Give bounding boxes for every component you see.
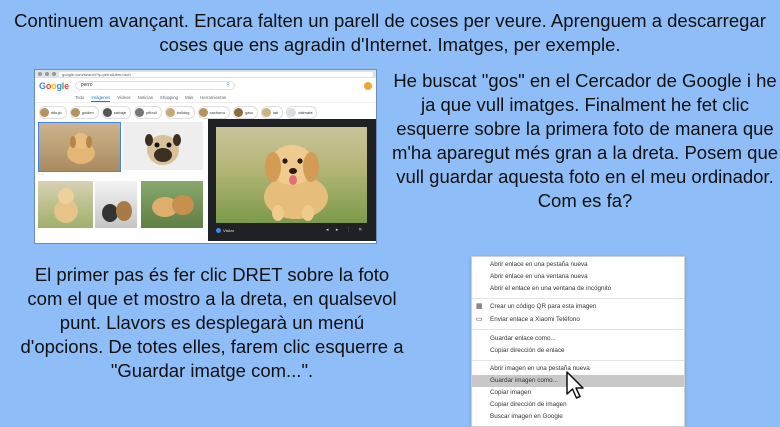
menu-separator <box>472 329 684 330</box>
search-icon[interactable]: ⚲ <box>226 81 230 90</box>
menu-item-copy-link[interactable]: Copiar dirección de enlace <box>472 345 684 357</box>
tab-shopping[interactable]: Shopping <box>160 93 178 102</box>
visit-link[interactable]: Visitar <box>216 228 234 233</box>
menu-item-open-new-tab[interactable]: Abrir enlace en una pestaña nueva <box>472 259 684 271</box>
tab-videos[interactable]: Vídeos <box>117 93 130 102</box>
menu-separator <box>472 360 684 361</box>
chip[interactable]: salvaje <box>101 106 132 119</box>
context-menu: Abrir enlace en una pestaña nueva Abrir … <box>471 256 685 427</box>
tab-todo[interactable]: Todo <box>75 93 84 102</box>
tab-imagenes[interactable]: Imágenes <box>91 93 111 102</box>
chip[interactable]: dálmata <box>286 106 318 119</box>
image-results: ····· Visitar ◂ ▸ ⋮ ✕ <box>35 119 376 241</box>
menu-item-open-new-window[interactable]: Abrir enlace en una ventana nueva <box>472 271 684 283</box>
intro-text: Continuem avançant. Encara falten un par… <box>14 10 766 55</box>
menu-item-save-link-as[interactable]: Guardar enlace como... <box>472 333 684 345</box>
menu-item-send-to-device[interactable]: ▭ Enviar enlace a Xiaomi Teléfono <box>472 314 684 326</box>
reload-icon[interactable] <box>52 72 56 76</box>
search-tabs: Todo Imágenes Vídeos Noticias Shopping M… <box>35 93 376 103</box>
menu-item-create-qr[interactable]: ▦ Crear un código QR para esta imagen <box>472 301 684 313</box>
image-preview-panel: Visitar ◂ ▸ ⋮ ✕ <box>208 119 376 241</box>
menu-item-search-image-google[interactable]: Buscar imagen en Google <box>472 411 684 423</box>
device-icon: ▭ <box>476 316 483 323</box>
forward-icon[interactable] <box>45 72 49 76</box>
google-logo[interactable]: Google <box>39 81 69 91</box>
result-caption: ····· <box>38 173 44 177</box>
result-image-pug[interactable] <box>123 122 203 170</box>
explanation-left: El primer pas és fer clic DRET sobre la … <box>20 264 404 381</box>
search-query: perro <box>80 82 93 88</box>
chip[interactable]: dibujo <box>39 106 67 119</box>
menu-separator <box>472 298 684 299</box>
chip[interactable]: pitbull <box>134 106 162 119</box>
chip[interactable]: cachorro <box>197 106 231 119</box>
avatar[interactable] <box>364 81 372 90</box>
mouse-cursor-icon <box>566 371 584 399</box>
address-bar[interactable]: google.com/search?q=perro&tbm=isch <box>59 71 373 77</box>
google-header: Google perro ⚲ <box>35 78 376 93</box>
result-image-puppy[interactable] <box>38 122 121 172</box>
chip[interactable]: gato <box>233 106 258 119</box>
browser-bar: google.com/search?q=perro&tbm=isch <box>35 70 376 78</box>
google-images-screenshot: google.com/search?q=perro&tbm=isch Googl… <box>34 69 377 244</box>
result-image-golden[interactable] <box>38 181 93 228</box>
search-input[interactable]: perro ⚲ <box>74 81 235 90</box>
result-image-puppies[interactable] <box>141 181 203 228</box>
site-icon <box>216 228 221 233</box>
tab-herramientas[interactable]: Herramientas <box>200 93 226 102</box>
preview-actions[interactable]: ◂ ▸ ⋮ ✕ <box>326 227 365 233</box>
qr-code-icon: ▦ <box>476 303 483 310</box>
preview-image-golden-puppy[interactable] <box>216 127 367 223</box>
explanation-right: He buscat "gos" en el Cercador de Google… <box>391 70 779 211</box>
chip[interactable]: golden <box>69 106 99 119</box>
tab-noticias[interactable]: Noticias <box>138 93 153 102</box>
chip[interactable]: lab <box>260 106 284 119</box>
back-icon[interactable] <box>38 72 42 76</box>
chip[interactable]: bulldog <box>164 106 195 119</box>
tab-mas[interactable]: Más <box>185 93 193 102</box>
result-image-dogs[interactable] <box>95 181 137 228</box>
menu-item-open-incognito[interactable]: Abrir el enlace en una ventana de incógn… <box>472 283 684 295</box>
